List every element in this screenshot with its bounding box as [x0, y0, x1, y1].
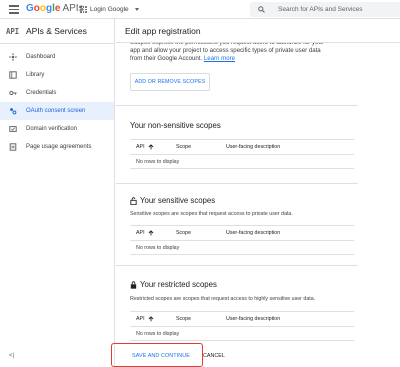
- page-title: Edit app registration: [125, 26, 201, 36]
- project-name: Login Google: [90, 6, 129, 13]
- sensitive-scopes-description: Sensitive scopes are scopes that request…: [130, 211, 293, 217]
- project-selector[interactable]: Login Google: [80, 3, 139, 16]
- cancel-button[interactable]: CANCEL: [203, 348, 225, 363]
- highlight-box: [111, 343, 203, 367]
- arrow-up-icon: [148, 316, 153, 322]
- column-description: User-facing description: [226, 316, 281, 322]
- key-icon: [9, 89, 17, 97]
- sidebar-header: API APIs & Services: [0, 19, 114, 44]
- sidebar-item-label: OAuth consent screen: [26, 108, 86, 114]
- project-icon: [80, 6, 87, 13]
- learn-more-link[interactable]: Learn more: [204, 55, 235, 62]
- sidebar: API APIs & Services Dashboard Library Cr…: [0, 19, 115, 367]
- library-icon: [9, 71, 17, 79]
- divider: [116, 265, 358, 266]
- nonsensitive-scopes-title: Your non-sensitive scopes: [130, 121, 221, 130]
- sidebar-item-page-usage-agreements[interactable]: Page usage agreements: [0, 138, 114, 156]
- column-scope: Scope: [176, 144, 192, 150]
- search-placeholder: Search for APIs and Services: [278, 6, 363, 13]
- google-apis-logo[interactable]: Google APIs: [26, 3, 84, 15]
- sidebar-item-dashboard[interactable]: Dashboard: [0, 48, 114, 66]
- restricted-scopes-table: API Scope User-facing description No row…: [130, 311, 354, 341]
- empty-row: No rows to display: [130, 327, 354, 341]
- dashboard-icon: [9, 53, 17, 61]
- column-api[interactable]: API: [130, 144, 176, 150]
- consent-icon: [9, 107, 17, 115]
- column-api[interactable]: API: [130, 316, 176, 322]
- lock-icon: [130, 280, 137, 289]
- table-header: API Scope User-facing description: [130, 312, 354, 327]
- arrow-up-icon: [148, 230, 153, 236]
- api-logo-icon: API: [6, 26, 19, 36]
- page-header: Edit app registration: [116, 19, 400, 43]
- column-scope: Scope: [176, 316, 192, 322]
- arrow-up-icon: [148, 144, 153, 150]
- sidebar-item-label: Credentials: [26, 90, 57, 96]
- top-bar: Google APIs Login Google Search for APIs …: [0, 0, 400, 19]
- domain-icon: [9, 125, 17, 133]
- column-api[interactable]: API: [130, 230, 176, 236]
- sidebar-item-oauth-consent-screen[interactable]: OAuth consent screen: [0, 102, 114, 120]
- search-icon: [258, 6, 265, 13]
- lock-open-icon: [130, 196, 137, 205]
- add-remove-scopes-button[interactable]: ADD OR REMOVE SCOPES: [130, 73, 210, 91]
- sidebar-item-label: Dashboard: [26, 54, 56, 60]
- sidebar-item-library[interactable]: Library: [0, 66, 114, 84]
- sidebar-title: APIs & Services: [25, 26, 87, 36]
- scopes-intro: Scopes express the permissions you reque…: [130, 43, 324, 63]
- sidebar-item-domain-verification[interactable]: Domain verification: [0, 120, 114, 138]
- sidebar-item-label: Library: [26, 72, 45, 78]
- agreements-icon: [9, 143, 17, 151]
- restricted-scopes-title: Your restricted scopes: [130, 280, 217, 289]
- table-header: API Scope User-facing description: [130, 226, 354, 241]
- column-scope: Scope: [176, 230, 192, 236]
- divider: [116, 183, 358, 184]
- column-description: User-facing description: [226, 230, 281, 236]
- collapse-sidebar-icon[interactable]: <|: [9, 353, 14, 359]
- empty-row: No rows to display: [130, 155, 354, 169]
- sensitive-scopes-table: API Scope User-facing description No row…: [130, 225, 354, 255]
- column-description: User-facing description: [226, 144, 281, 150]
- restricted-scopes-description: Restricted scopes are scopes that reques…: [130, 296, 316, 302]
- search-input[interactable]: Search for APIs and Services: [250, 2, 400, 17]
- nonsensitive-scopes-table: API Scope User-facing description No row…: [130, 139, 354, 169]
- empty-row: No rows to display: [130, 241, 354, 255]
- sensitive-scopes-title: Your sensitive scopes: [130, 196, 215, 205]
- divider: [116, 105, 358, 106]
- chevron-down-icon: [134, 8, 139, 11]
- sidebar-item-label: Domain verification: [26, 126, 78, 132]
- table-header: API Scope User-facing description: [130, 140, 354, 155]
- sidebar-item-label: Page usage agreements: [26, 144, 92, 150]
- sidebar-item-credentials[interactable]: Credentials: [0, 84, 114, 102]
- menu-icon[interactable]: [9, 5, 19, 14]
